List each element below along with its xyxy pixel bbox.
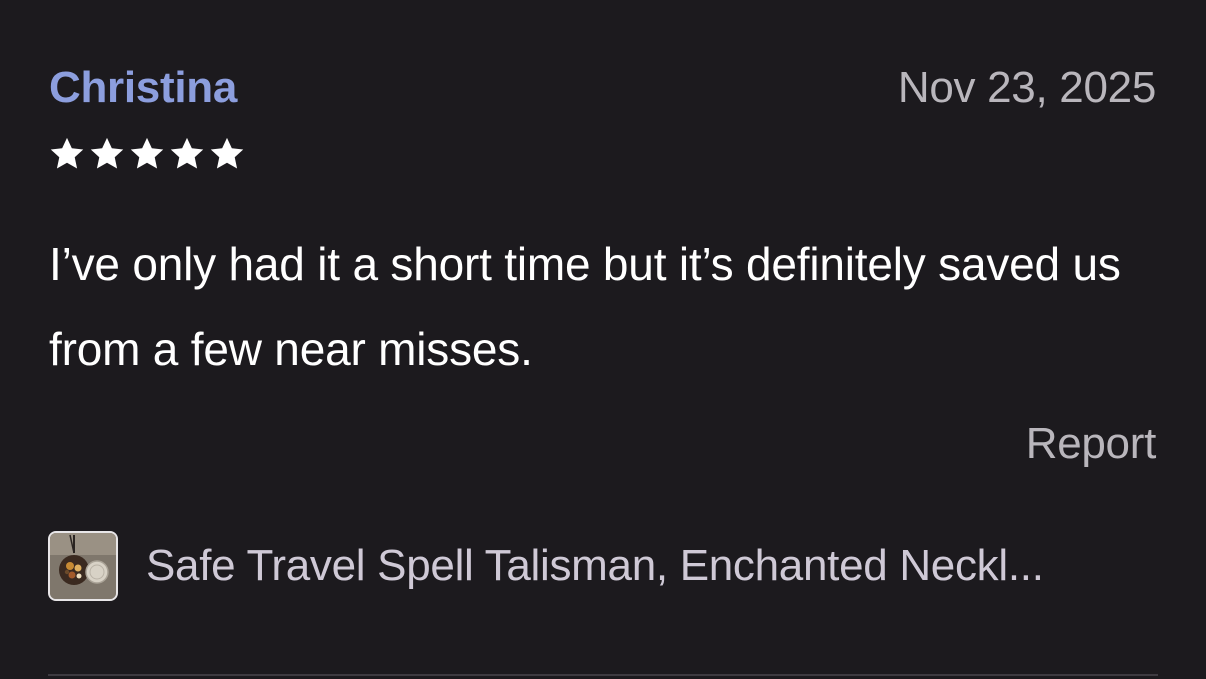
review-text: I’ve only had it a short time but it’s d… <box>49 238 1121 375</box>
product-thumbnail[interactable] <box>48 531 118 601</box>
star-icon <box>88 135 126 173</box>
star-rating <box>48 135 246 173</box>
reviewer-name[interactable]: Christina <box>49 62 237 114</box>
review-card: Christina Nov 23, 2025 I’ve only had it … <box>0 0 1206 679</box>
product-thumbnail-image <box>50 533 116 599</box>
review-date: Nov 23, 2025 <box>897 63 1156 112</box>
divider <box>48 674 1158 676</box>
star-icon <box>48 135 86 173</box>
star-icon <box>128 135 166 173</box>
star-icon <box>168 135 206 173</box>
product-title[interactable]: Safe Travel Spell Talisman, Enchanted Ne… <box>146 540 1044 592</box>
star-icon <box>208 135 246 173</box>
product-link[interactable]: Safe Travel Spell Talisman, Enchanted Ne… <box>48 528 1158 604</box>
report-button[interactable]: Report <box>1026 418 1157 470</box>
